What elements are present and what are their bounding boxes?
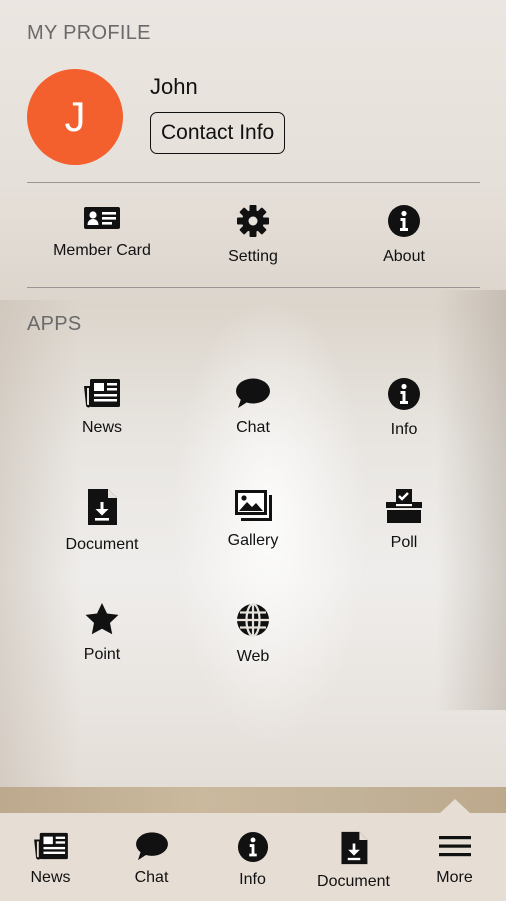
app-info[interactable]: Info bbox=[329, 377, 479, 439]
tab-chat[interactable]: Chat bbox=[101, 831, 202, 887]
avatar[interactable]: J bbox=[27, 69, 123, 165]
app-news-label: News bbox=[81, 419, 122, 436]
info-icon bbox=[237, 831, 268, 863]
tab-more-label: More bbox=[436, 869, 473, 886]
newspaper-icon bbox=[33, 832, 68, 860]
setting-label: Setting bbox=[228, 248, 278, 265]
member-card-button[interactable]: Member Card bbox=[27, 204, 177, 260]
member-card-icon bbox=[84, 207, 120, 229]
gallery-icon bbox=[235, 490, 272, 521]
app-gallery-label: Gallery bbox=[227, 532, 279, 549]
avatar-initial: J bbox=[64, 93, 86, 140]
app-chat[interactable]: Chat bbox=[178, 377, 328, 437]
app-poll[interactable]: Poll bbox=[329, 488, 479, 552]
chat-bubble-icon bbox=[135, 832, 168, 861]
about-button[interactable]: About bbox=[329, 204, 479, 266]
chat-bubble-icon bbox=[236, 378, 270, 408]
tab-more[interactable]: More bbox=[404, 831, 505, 887]
bottom-tab-bar: News Chat Info Document More bbox=[0, 787, 506, 901]
app-document[interactable]: Document bbox=[27, 488, 177, 554]
user-name: John bbox=[150, 74, 198, 99]
document-download-icon bbox=[340, 831, 367, 865]
tab-chat-label: Chat bbox=[134, 869, 169, 886]
app-web-label: Web bbox=[236, 648, 270, 665]
newspaper-icon bbox=[84, 379, 120, 408]
tab-document-label: Document bbox=[317, 873, 390, 890]
globe-icon bbox=[237, 602, 269, 638]
info-icon bbox=[388, 378, 420, 410]
info-icon bbox=[388, 205, 420, 237]
contact-info-button[interactable]: Contact Info bbox=[150, 112, 286, 154]
gear-icon bbox=[237, 205, 269, 237]
app-point-label: Point bbox=[83, 646, 121, 663]
setting-button[interactable]: Setting bbox=[178, 204, 328, 266]
tab-info-label: Info bbox=[239, 871, 266, 888]
app-point[interactable]: Point bbox=[27, 602, 177, 664]
star-icon bbox=[85, 603, 119, 635]
app-poll-label: Poll bbox=[390, 534, 418, 551]
divider bbox=[27, 182, 480, 183]
tab-news[interactable]: News bbox=[0, 831, 101, 887]
app-chat-label: Chat bbox=[236, 419, 270, 436]
app-gallery[interactable]: Gallery bbox=[178, 488, 328, 550]
divider bbox=[27, 287, 480, 288]
app-info-label: Info bbox=[390, 421, 418, 438]
active-tab-indicator bbox=[440, 799, 470, 813]
menu-icon bbox=[438, 836, 471, 857]
about-label: About bbox=[383, 248, 425, 265]
app-web[interactable]: Web bbox=[178, 602, 328, 666]
tab-document[interactable]: Document bbox=[303, 831, 404, 891]
app-news[interactable]: News bbox=[27, 377, 177, 437]
document-download-icon bbox=[88, 489, 117, 525]
tab-info[interactable]: Info bbox=[202, 831, 303, 889]
apps-section-title: APPS bbox=[27, 313, 82, 335]
tab-news-label: News bbox=[30, 869, 71, 886]
profile-section-title: MY PROFILE bbox=[27, 22, 151, 44]
app-document-label: Document bbox=[65, 536, 139, 553]
tab-bar-decorative-strip bbox=[0, 787, 506, 813]
member-card-label: Member Card bbox=[53, 242, 151, 259]
ballot-box-icon bbox=[386, 489, 422, 523]
